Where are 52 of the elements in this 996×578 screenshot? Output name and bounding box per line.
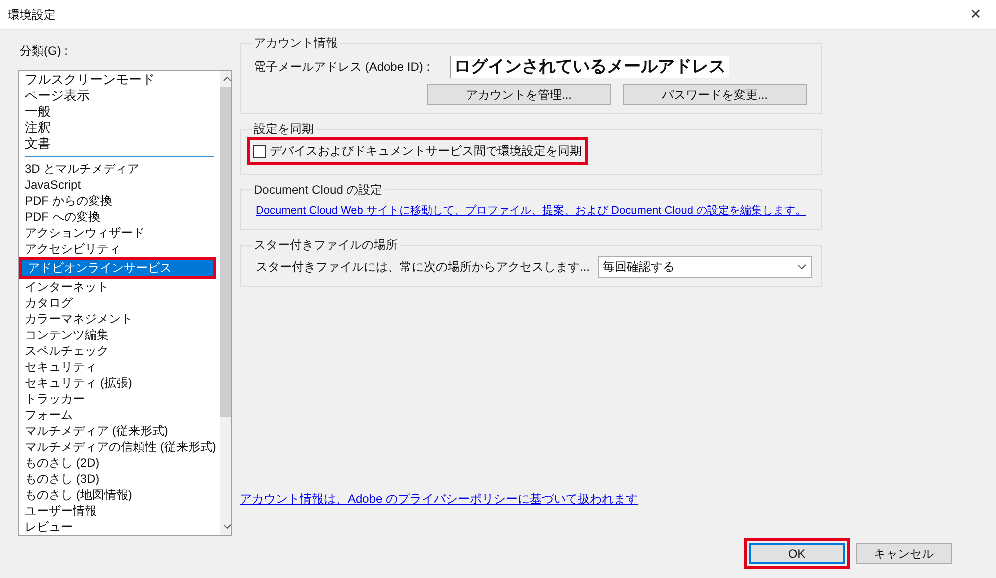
category-item[interactable]: インターネット (19, 279, 216, 295)
category-item[interactable]: カタログ (19, 295, 216, 311)
group-title: Document Cloud の設定 (253, 182, 384, 198)
category-label: 分類(G) : (20, 43, 69, 60)
close-button[interactable]: ✕ (956, 0, 996, 30)
category-item[interactable]: PDF からの変換 (19, 193, 216, 209)
category-item[interactable]: コンテンツ編集 (19, 327, 216, 343)
category-item[interactable]: ものさし (2D) (19, 455, 216, 471)
category-item[interactable]: アクセシビリティ (19, 241, 216, 257)
category-item[interactable]: ページ表示 (19, 88, 216, 104)
window-title: 環境設定 (8, 6, 56, 24)
privacy-link[interactable]: アカウント情報は、Adobe のプライバシーポリシーに基づいて扱われます (240, 490, 822, 508)
checkbox-label: デバイスおよびドキュメントサービス間で環境設定を同期 (270, 143, 582, 160)
category-item[interactable]: ユーザー情報 (19, 503, 216, 519)
document-cloud-link[interactable]: Document Cloud Web サイトに移動して、プロファイル、提案、および Document Cloud の設定を編集します。 (250, 200, 812, 221)
category-item[interactable]: PDF への変換 (19, 209, 216, 225)
category-item[interactable]: 注釈 (19, 120, 216, 136)
category-item[interactable]: 文書 (19, 136, 216, 152)
email-label: 電子メールアドレス (Adobe ID) : (254, 59, 432, 76)
group-title: スター付きファイルの場所 (253, 237, 399, 254)
category-item[interactable]: アドビオンラインサービス (19, 257, 216, 279)
sync-checkbox[interactable]: デバイスおよびドキュメントサービス間で環境設定を同期 (250, 140, 585, 162)
category-item[interactable]: ものさし (地図情報) (19, 487, 216, 503)
location-dropdown[interactable]: 毎回確認する (598, 256, 812, 278)
group-title: アカウント情報 (253, 35, 339, 52)
category-item[interactable]: マルチメディア (従来形式) (19, 423, 216, 439)
checkbox[interactable] (253, 144, 266, 158)
category-item[interactable]: カラーマネジメント (19, 311, 216, 327)
dialog-button[interactable]: キャンセル (856, 543, 952, 564)
category-item[interactable]: フォーム (19, 407, 216, 423)
category-item[interactable]: レビュー (19, 519, 216, 535)
category-item[interactable]: マルチメディアの信頼性 (従来形式) (19, 439, 216, 455)
account-button[interactable]: アカウントを管理... (427, 84, 611, 105)
scroll-up-icon[interactable] (222, 76, 231, 82)
chevron-down-icon (797, 264, 807, 270)
email-field[interactable]: ログインされているメールアドレス (450, 56, 729, 78)
category-item[interactable]: スペルチェック (19, 343, 216, 359)
category-item[interactable]: JavaScript (19, 177, 216, 193)
category-item[interactable]: 3D とマルチメディア (19, 161, 216, 177)
scroll-down-icon[interactable] (222, 524, 231, 530)
category-item[interactable]: セキュリティ (19, 359, 216, 375)
group-title: 設定を同期 (253, 121, 315, 138)
category-item[interactable]: ものさし (3D) (19, 471, 216, 487)
account-button[interactable]: パスワードを変更... (623, 84, 807, 105)
category-item[interactable]: フルスクリーンモード (19, 72, 216, 88)
category-item[interactable]: アクションウィザード (19, 225, 216, 241)
category-item[interactable]: セキュリティ (拡張) (19, 375, 216, 391)
category-item[interactable]: 一般 (19, 104, 216, 120)
category-item[interactable]: トラッカー (19, 391, 216, 407)
scrollbar[interactable] (220, 71, 231, 535)
starred-label: スター付きファイルには、常に次の場所からアクセスします... (256, 259, 590, 276)
dialog-button[interactable]: OK (744, 538, 850, 569)
